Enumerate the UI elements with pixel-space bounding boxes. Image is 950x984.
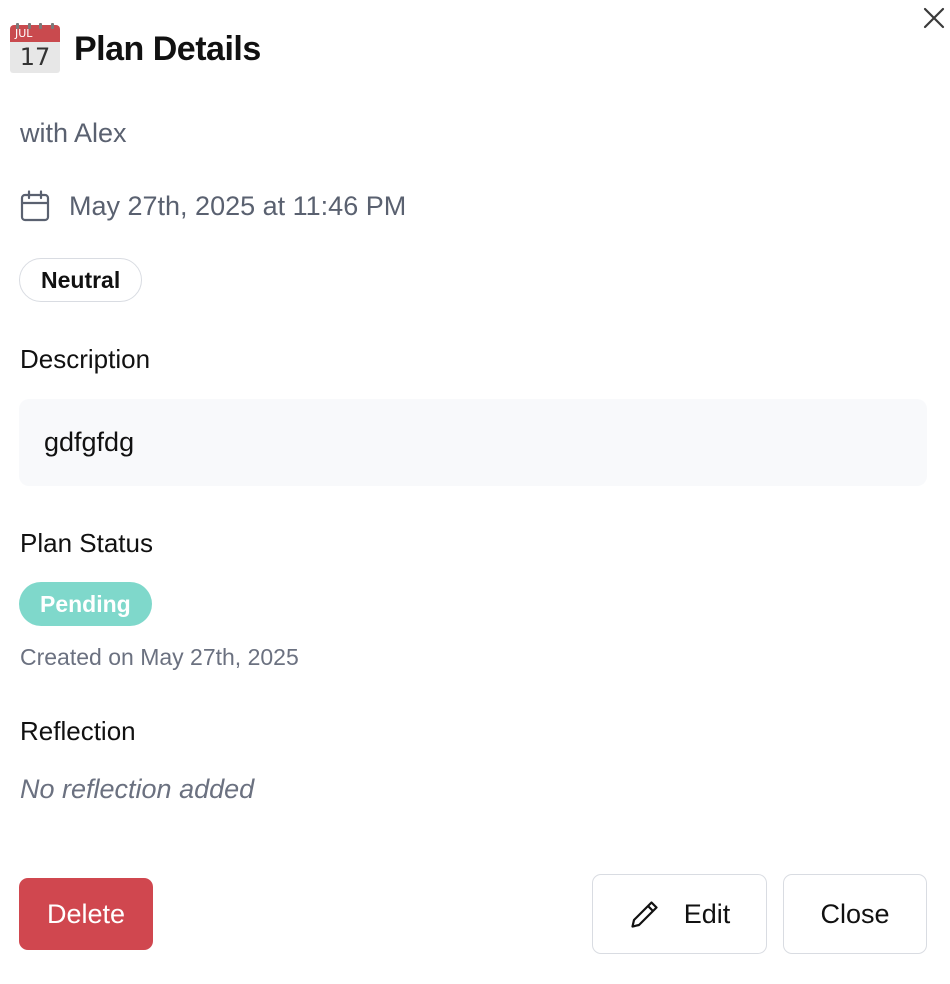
pencil-icon [631, 901, 658, 928]
dialog-title: Plan Details [74, 29, 261, 68]
edit-button-label: Edit [683, 898, 731, 929]
calendar-emoji-day: 17 [10, 42, 60, 73]
delete-button[interactable]: Delete [19, 878, 153, 950]
datetime-text: May 27th, 2025 at 11:46 PM [69, 190, 407, 221]
mood-badge: Neutral [19, 258, 143, 302]
created-date-text: Created on May 27th, 2025 [20, 644, 299, 670]
calendar-emoji-icon: JUL 17 [10, 23, 60, 73]
description-box: gdfgfdg [19, 399, 927, 486]
status-badge: Pending [19, 582, 152, 626]
plan-datetime: May 27th, 2025 at 11:46 PM [20, 190, 406, 222]
delete-button-label: Delete [46, 898, 126, 929]
close-button-label: Close [820, 898, 890, 929]
reflection-text: No reflection added [20, 774, 255, 804]
partner-text: with Alex [20, 118, 127, 148]
plan-status-label: Plan Status [20, 528, 153, 558]
reflection-label: Reflection [20, 716, 136, 746]
dialog-header: JUL 17 Plan Details [10, 23, 261, 74]
plan-details-dialog: JUL 17 Plan Details with Alex May 27th, … [0, 0, 950, 984]
edit-button[interactable]: Edit [592, 874, 767, 954]
close-button[interactable]: Close [783, 874, 927, 954]
calendar-icon [20, 190, 50, 222]
description-label: Description [20, 344, 151, 374]
close-icon[interactable] [920, 4, 948, 32]
